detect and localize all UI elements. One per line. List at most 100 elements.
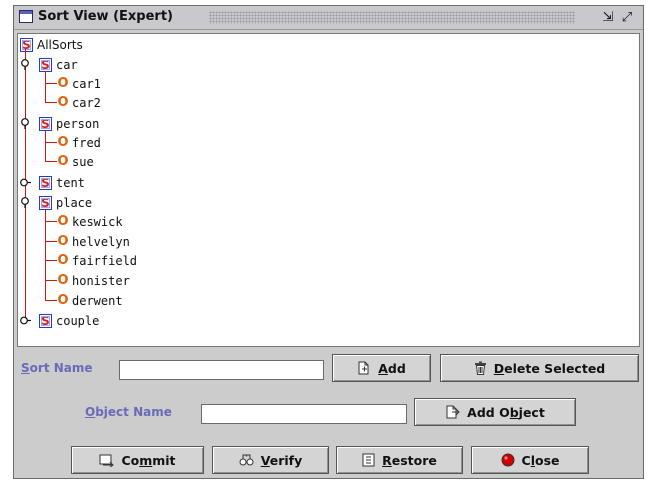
window-menu-icon[interactable] — [19, 10, 33, 23]
tree-branch — [45, 102, 57, 103]
title-bar[interactable]: Sort View (Expert) ⇲ ⤢ — [14, 6, 643, 30]
tree-node-object[interactable]: O fred — [57, 133, 100, 152]
delete-selected-button[interactable]: Delete Selected — [440, 354, 639, 382]
commit-label-prefix: Co — [121, 452, 140, 468]
expanded-toggle-icon[interactable] — [20, 197, 31, 208]
object-icon: O — [57, 134, 69, 150]
sort-label: place — [56, 195, 93, 210]
collapsed-toggle-icon[interactable] — [20, 177, 31, 188]
restore-button[interactable]: Restore — [336, 446, 463, 474]
add-object-label: Add Object — [467, 405, 545, 420]
close-label-rest: ose — [534, 452, 560, 468]
object-icon: O — [57, 252, 69, 268]
sort-name-mnemonic: S — [21, 361, 30, 375]
sort-view-window: Sort View (Expert) ⇲ ⤢ S AllSorts S car … — [13, 5, 644, 479]
tree-root[interactable]: S AllSorts — [20, 35, 83, 54]
add-object-label-prefix: Add O — [467, 404, 510, 420]
object-icon: O — [57, 153, 69, 169]
commit-mnemonic: m — [139, 452, 153, 468]
tree-node-object[interactable]: O derwent — [57, 291, 123, 310]
object-label: car1 — [72, 76, 101, 91]
object-icon: O — [57, 94, 69, 110]
tree-root-label: AllSorts — [37, 37, 83, 52]
tree-node-sort[interactable]: S place — [39, 193, 92, 212]
tree-node-object[interactable]: O helvelyn — [57, 232, 130, 251]
sort-icon: S — [39, 195, 52, 210]
object-name-label: Object Name — [85, 405, 172, 419]
tree-node-sort[interactable]: S person — [39, 114, 99, 133]
tree-branch — [45, 300, 57, 301]
add-object-label-rest: ject — [518, 404, 545, 420]
sort-name-label-text: ort Name — [29, 361, 93, 375]
sort-name-input[interactable] — [119, 360, 324, 380]
object-label: keswick — [72, 214, 123, 229]
title-bar-texture — [209, 11, 575, 24]
tree-node-sort[interactable]: S tent — [39, 173, 85, 192]
object-label: honister — [72, 273, 130, 288]
add-button[interactable]: Add — [332, 354, 431, 382]
delete-mnemonic: D — [493, 360, 505, 376]
object-label: fairfield — [72, 253, 138, 268]
restore-label: Restore — [382, 453, 437, 468]
expanded-toggle-icon[interactable] — [20, 118, 31, 129]
tree-branch — [45, 161, 57, 162]
verify-mnemonic: V — [260, 452, 270, 468]
commit-label: Commit — [121, 453, 175, 468]
tree-branch — [45, 142, 57, 143]
object-name-mnemonic: O — [85, 405, 96, 419]
verify-icon — [239, 453, 254, 467]
tree-node-object[interactable]: O car1 — [57, 74, 101, 93]
object-icon: O — [57, 233, 69, 249]
restore-icon[interactable]: ⇲ — [600, 10, 616, 25]
sort-label: person — [56, 116, 100, 131]
sort-label: tent — [56, 175, 85, 190]
verify-label-rest: erify — [269, 452, 303, 468]
tree-node-object[interactable]: O keswick — [57, 212, 123, 231]
tree-node-object[interactable]: O car2 — [57, 93, 101, 112]
sort-icon: S — [39, 57, 52, 72]
tree-node-sort[interactable]: S car — [39, 55, 78, 74]
add-mnemonic: A — [378, 360, 388, 376]
close-label: Close — [522, 453, 560, 468]
verify-label: Verify — [261, 453, 303, 468]
expanded-toggle-icon[interactable] — [20, 59, 31, 70]
add-label-text: dd — [387, 360, 406, 376]
tree-node-object[interactable]: O fairfield — [57, 251, 138, 270]
tree-branch — [45, 280, 57, 281]
sort-label: couple — [56, 313, 100, 328]
add-object-mnemonic: b — [509, 404, 519, 420]
tree-node-object[interactable]: O sue — [57, 152, 93, 171]
object-icon: O — [57, 75, 69, 91]
add-object-button[interactable]: Add Object — [414, 398, 576, 426]
window-title: Sort View (Expert) — [38, 9, 173, 24]
tree-branch — [45, 260, 57, 261]
object-label: car2 — [72, 95, 101, 110]
commit-icon — [99, 454, 115, 467]
object-label: derwent — [72, 293, 123, 308]
object-name-label-text: bject Name — [95, 405, 172, 419]
delete-selected-label: Delete Selected — [494, 361, 606, 376]
tree-node-object[interactable]: O honister — [57, 271, 130, 290]
sort-icon: S — [20, 37, 33, 52]
object-icon: O — [57, 292, 69, 308]
commit-button[interactable]: Commit — [71, 446, 204, 474]
add-button-label: Add — [378, 361, 406, 376]
sort-name-label: Sort Name — [21, 361, 93, 375]
object-icon: O — [57, 213, 69, 229]
collapsed-toggle-icon[interactable] — [20, 315, 31, 326]
tree-branch — [45, 221, 57, 222]
add-doc-icon — [357, 361, 371, 375]
sort-tree[interactable]: S AllSorts S car O car1 O car2 S person … — [17, 33, 640, 347]
commit-label-rest: mit — [152, 452, 176, 468]
maximize-icon[interactable]: ⤢ — [619, 10, 635, 25]
restore-label-rest: estore — [391, 452, 437, 468]
sort-label: car — [56, 57, 78, 72]
close-button[interactable]: Close — [471, 446, 589, 474]
restore-mnemonic: R — [382, 452, 392, 468]
object-label: helvelyn — [72, 234, 130, 249]
verify-button[interactable]: Verify — [212, 446, 329, 474]
sort-icon: S — [39, 313, 52, 328]
delete-label-text: elete Selected — [504, 360, 606, 376]
tree-node-sort[interactable]: S couple — [39, 311, 99, 330]
object-name-input[interactable] — [201, 404, 407, 424]
